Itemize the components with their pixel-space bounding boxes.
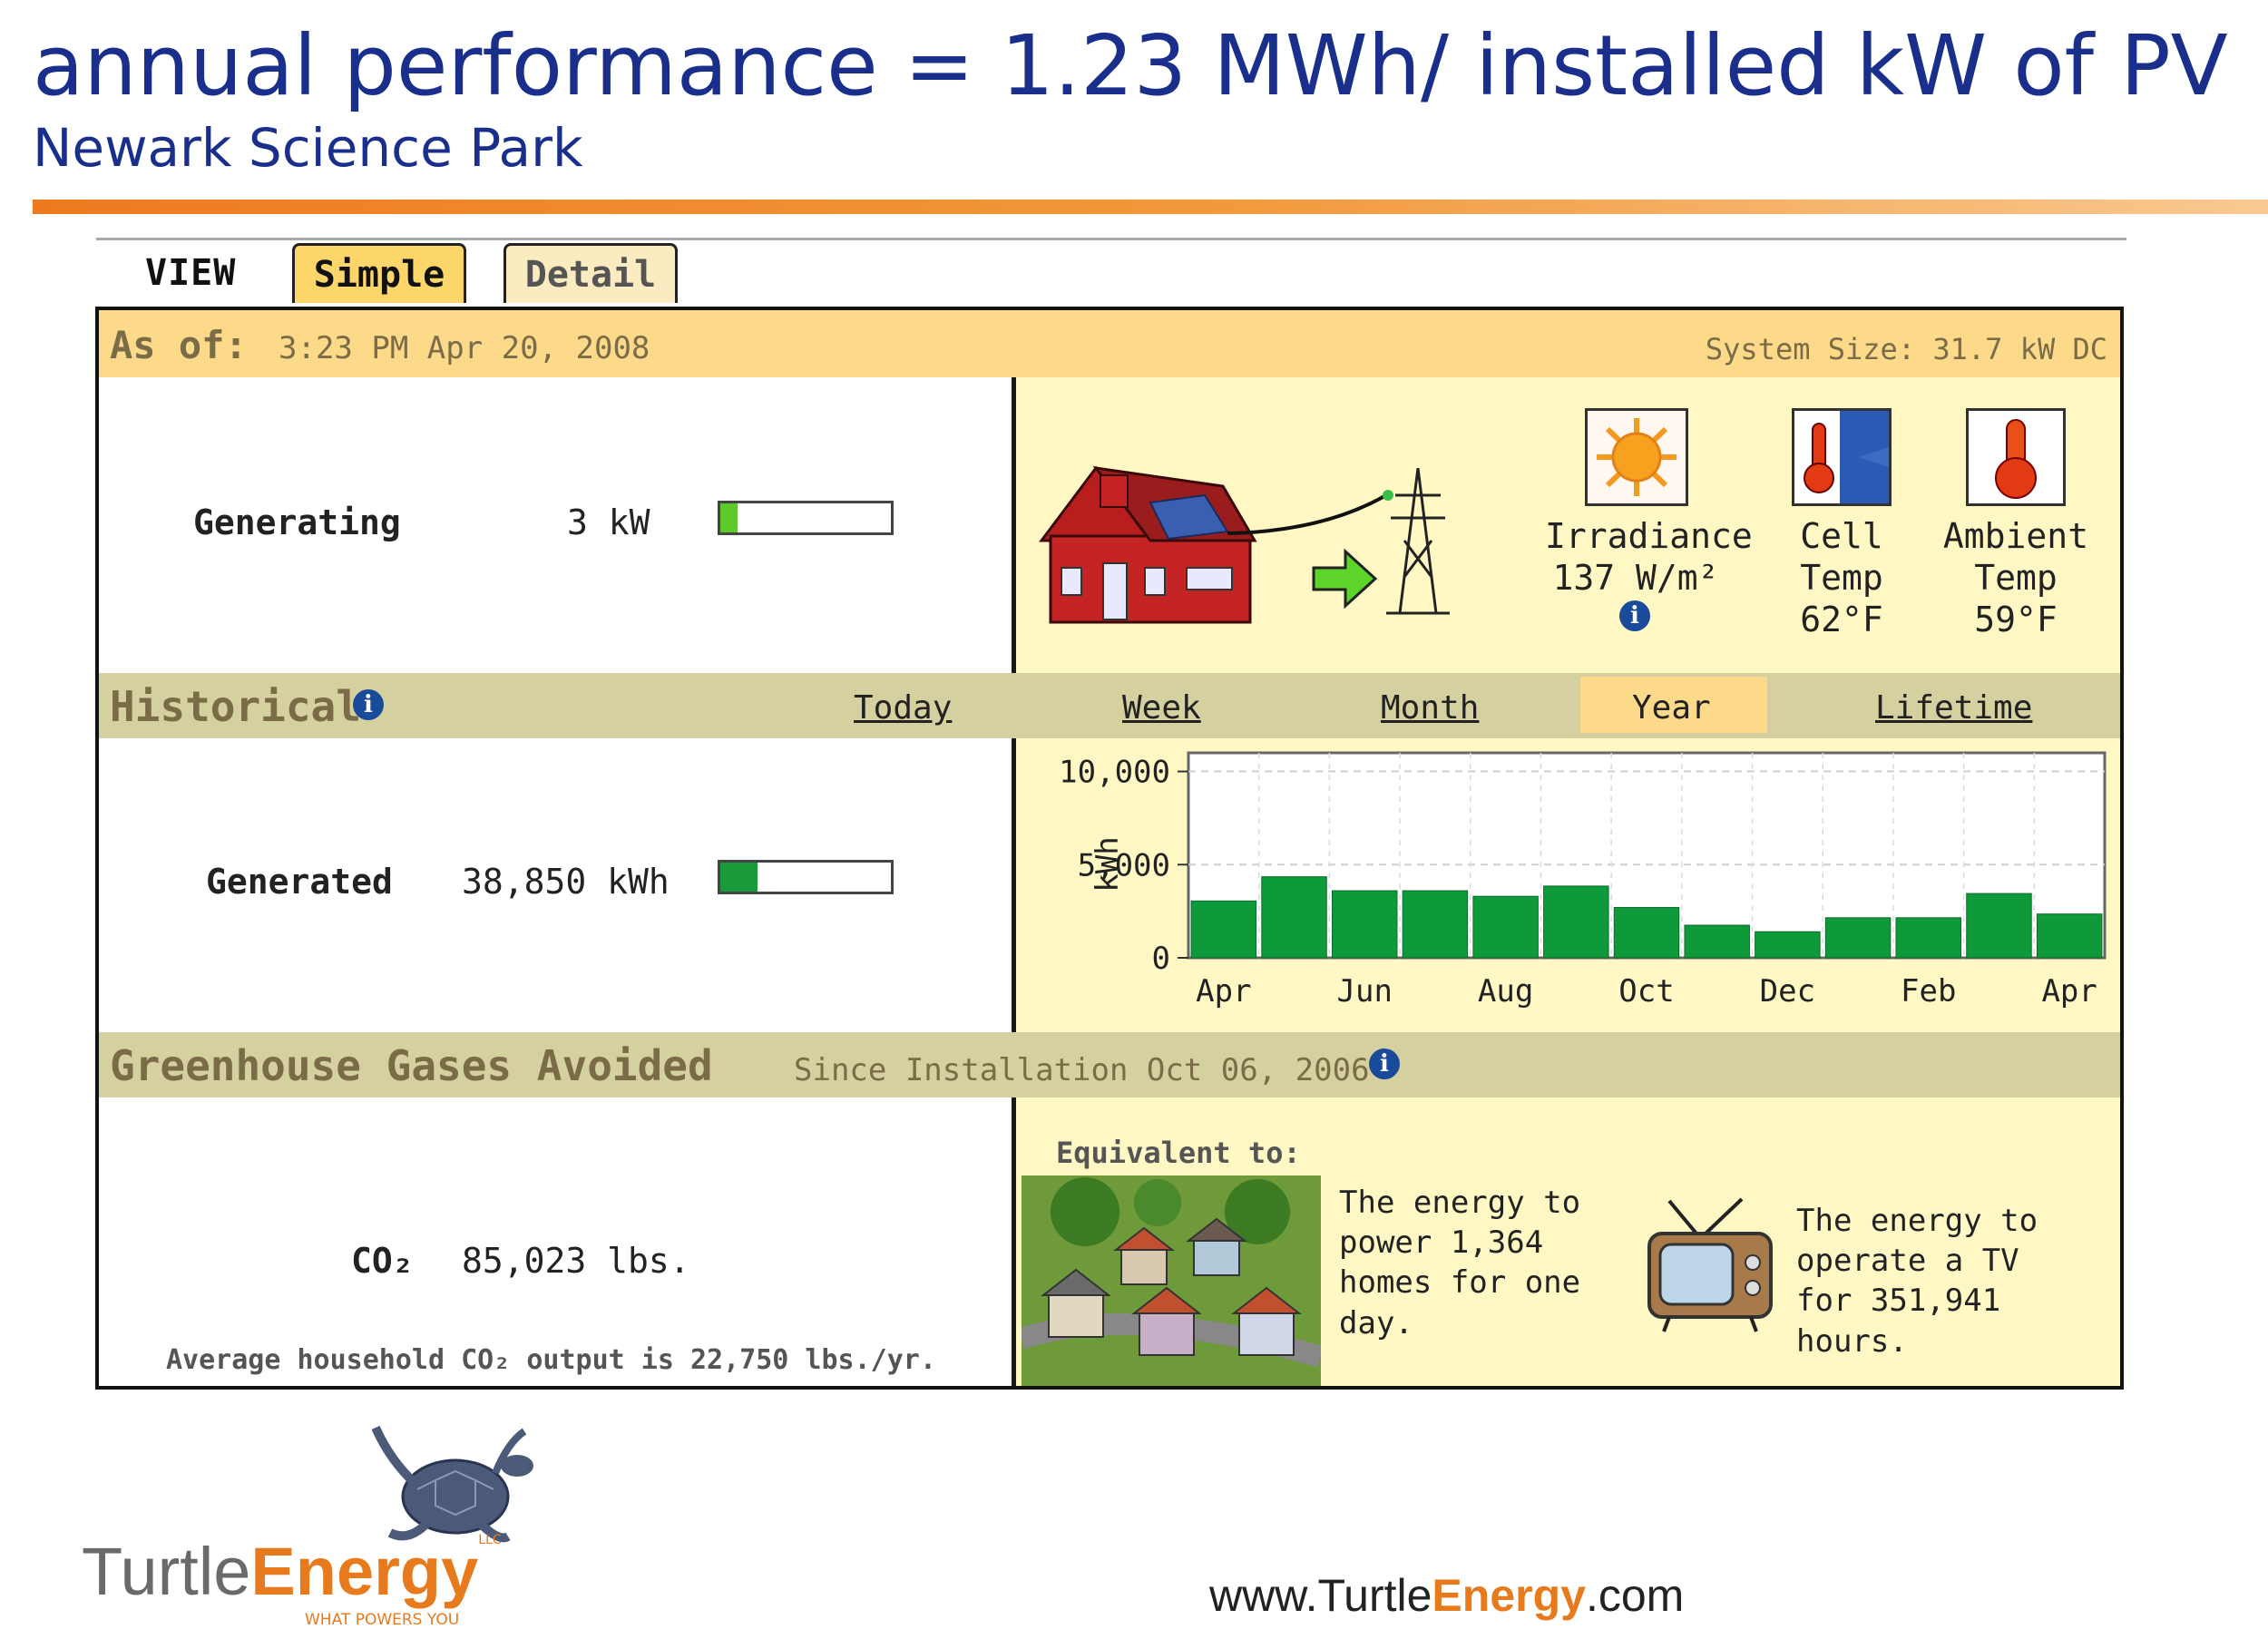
ambient-temp-label-1: Ambient (1942, 516, 2089, 556)
chart-bar (1472, 895, 1539, 959)
chart-cell: 10,000 5,000 0 Apr Jun Aug Oct Dec Feb Apr kWh (1016, 738, 2120, 1032)
chart-bar (1824, 917, 1892, 959)
as-of-label: As of: (110, 323, 248, 367)
tv-icon (1647, 1197, 1773, 1332)
chart-bar (1966, 893, 2032, 959)
chart-bar (2036, 913, 2103, 959)
chart-bar (1261, 876, 1327, 959)
historical-band (99, 673, 2120, 738)
equivalent-label: Equivalent to: (1056, 1136, 1301, 1170)
slide-subtitle: Newark Science Park (33, 117, 583, 179)
irradiance-info-icon[interactable]: i (1619, 600, 1650, 631)
chart-bar (1402, 890, 1469, 959)
cell-thermometer-icon (1792, 408, 1892, 506)
link-today[interactable]: Today (854, 689, 952, 727)
as-of-value: 3:23 PM Apr 20, 2008 (279, 330, 650, 366)
irradiance-label: Irradiance (1545, 516, 1753, 556)
chart-x-tick-label: Apr (2041, 973, 2097, 1010)
co2-average-note: Average household CO₂ output is 22,750 l… (166, 1344, 936, 1376)
sun-icon (1585, 408, 1688, 506)
tab-simple[interactable]: Simple (292, 243, 466, 303)
ambient-thermometer-icon (1966, 408, 2066, 506)
top-divider (96, 238, 2126, 240)
generating-bar (718, 501, 894, 535)
generating-value: 3 kW (567, 502, 650, 542)
equivalent-cell: Equivalent to: The energy to power 1,364… (1016, 1097, 2120, 1386)
logo-llc: LLC (478, 1533, 502, 1547)
chart-bar (1684, 924, 1750, 959)
chart-y-axis-label: kWh (1090, 836, 1126, 892)
footer-url[interactable]: www.TurtleEnergy.com (1209, 1569, 1684, 1622)
cell-temp-label-1: Cell (1800, 516, 1883, 556)
link-lifetime[interactable]: Lifetime (1875, 689, 2032, 727)
logo-energy: Energy (250, 1534, 479, 1609)
orange-divider (33, 200, 2268, 214)
system-size: System Size: 31.7 kW DC (1705, 332, 2107, 366)
chart-bar (1613, 907, 1680, 959)
cell-temp-label-2: Temp (1800, 558, 1883, 598)
generated-cell: Generated 38,850 kWh (99, 738, 1012, 1032)
chart-bar (1331, 890, 1398, 959)
tab-detail[interactable]: Detail (503, 243, 678, 303)
chart-bar (1755, 931, 1821, 959)
view-label: VIEW (145, 252, 237, 294)
link-week[interactable]: Week (1122, 689, 1201, 727)
house-grid-illustration (1039, 465, 1450, 624)
link-year[interactable]: Year (1632, 689, 1711, 727)
generating-label: Generating (193, 502, 401, 542)
sensor-cell: Irradiance 137 W/m² i Cell Temp 62°F Amb… (1016, 377, 2120, 673)
chart-x-tick-label: Feb (1901, 973, 1956, 1010)
chart-y-tick-label: 10,000 (1059, 755, 1170, 791)
url-brand: Energy (1432, 1570, 1586, 1621)
chart-bar (1895, 917, 1962, 959)
chart-x-tick-label: Oct (1618, 973, 1674, 1010)
generated-value: 38,850 kWh (462, 862, 670, 902)
slide-title: annual performance = 1.23 MWh/ installed… (33, 17, 2228, 114)
generating-cell: Generating 3 kW (99, 377, 1012, 673)
ghg-title: Greenhouse Gases Avoided (110, 1041, 713, 1090)
logo-tagline: WHAT POWERS YOU (305, 1611, 460, 1629)
chart-bar (1190, 900, 1257, 959)
homes-equivalent-text: The energy to power 1,364 homes for one … (1339, 1185, 1581, 1341)
dashboard-panel: As of: 3:23 PM Apr 20, 2008 System Size:… (95, 307, 2124, 1390)
chart-x-tick-label: Aug (1478, 973, 1533, 1010)
co2-label: CO₂ (351, 1241, 414, 1281)
chart-bar (1543, 885, 1609, 959)
co2-cell: CO₂ 85,023 lbs. Average household CO₂ ou… (99, 1097, 1012, 1386)
chart-y-tick-label: 0 (1152, 941, 1170, 977)
houses-illustration (1022, 1175, 1321, 1386)
cell-temp-value: 62°F (1800, 600, 1883, 639)
chart-x-tick-label: Jun (1337, 973, 1393, 1010)
historical-title: Historical (110, 682, 361, 731)
status-band: As of: 3:23 PM Apr 20, 2008 System Size:… (99, 310, 2120, 377)
turtle-energy-logo: TurtleEnergyLLC (82, 1533, 502, 1611)
tv-equivalent-text: The energy to operate a TV for 351,941 h… (1796, 1203, 2038, 1360)
co2-value: 85,023 lbs. (462, 1241, 690, 1281)
generated-bar-fill (720, 863, 758, 892)
irradiance-value: 137 W/m² (1552, 558, 1719, 598)
ghg-since: Since Installation Oct 06, 2006 (794, 1052, 1370, 1088)
logo-turtle: Turtle (82, 1534, 251, 1609)
turtle-logo-icon (372, 1425, 533, 1543)
generated-bar (718, 860, 894, 894)
url-suffix: .com (1585, 1570, 1685, 1621)
ambient-temp-label-2: Temp (1974, 558, 2058, 598)
url-prefix: www.Turtle (1209, 1570, 1432, 1621)
ghg-info-icon[interactable]: i (1369, 1049, 1400, 1079)
ambient-temp-value: 59°F (1974, 600, 2058, 639)
monthly-bar-chart: 10,0005,0000Apr Jun Aug Oct Dec Feb AprkWh (1059, 751, 2107, 1010)
chart-x-tick-label: Dec (1760, 973, 1815, 1010)
historical-info-icon[interactable]: i (353, 689, 384, 720)
generating-bar-fill (720, 503, 738, 532)
generated-label: Generated (206, 862, 393, 902)
link-month[interactable]: Month (1381, 689, 1479, 727)
chart-x-tick-label: Apr (1196, 973, 1251, 1010)
